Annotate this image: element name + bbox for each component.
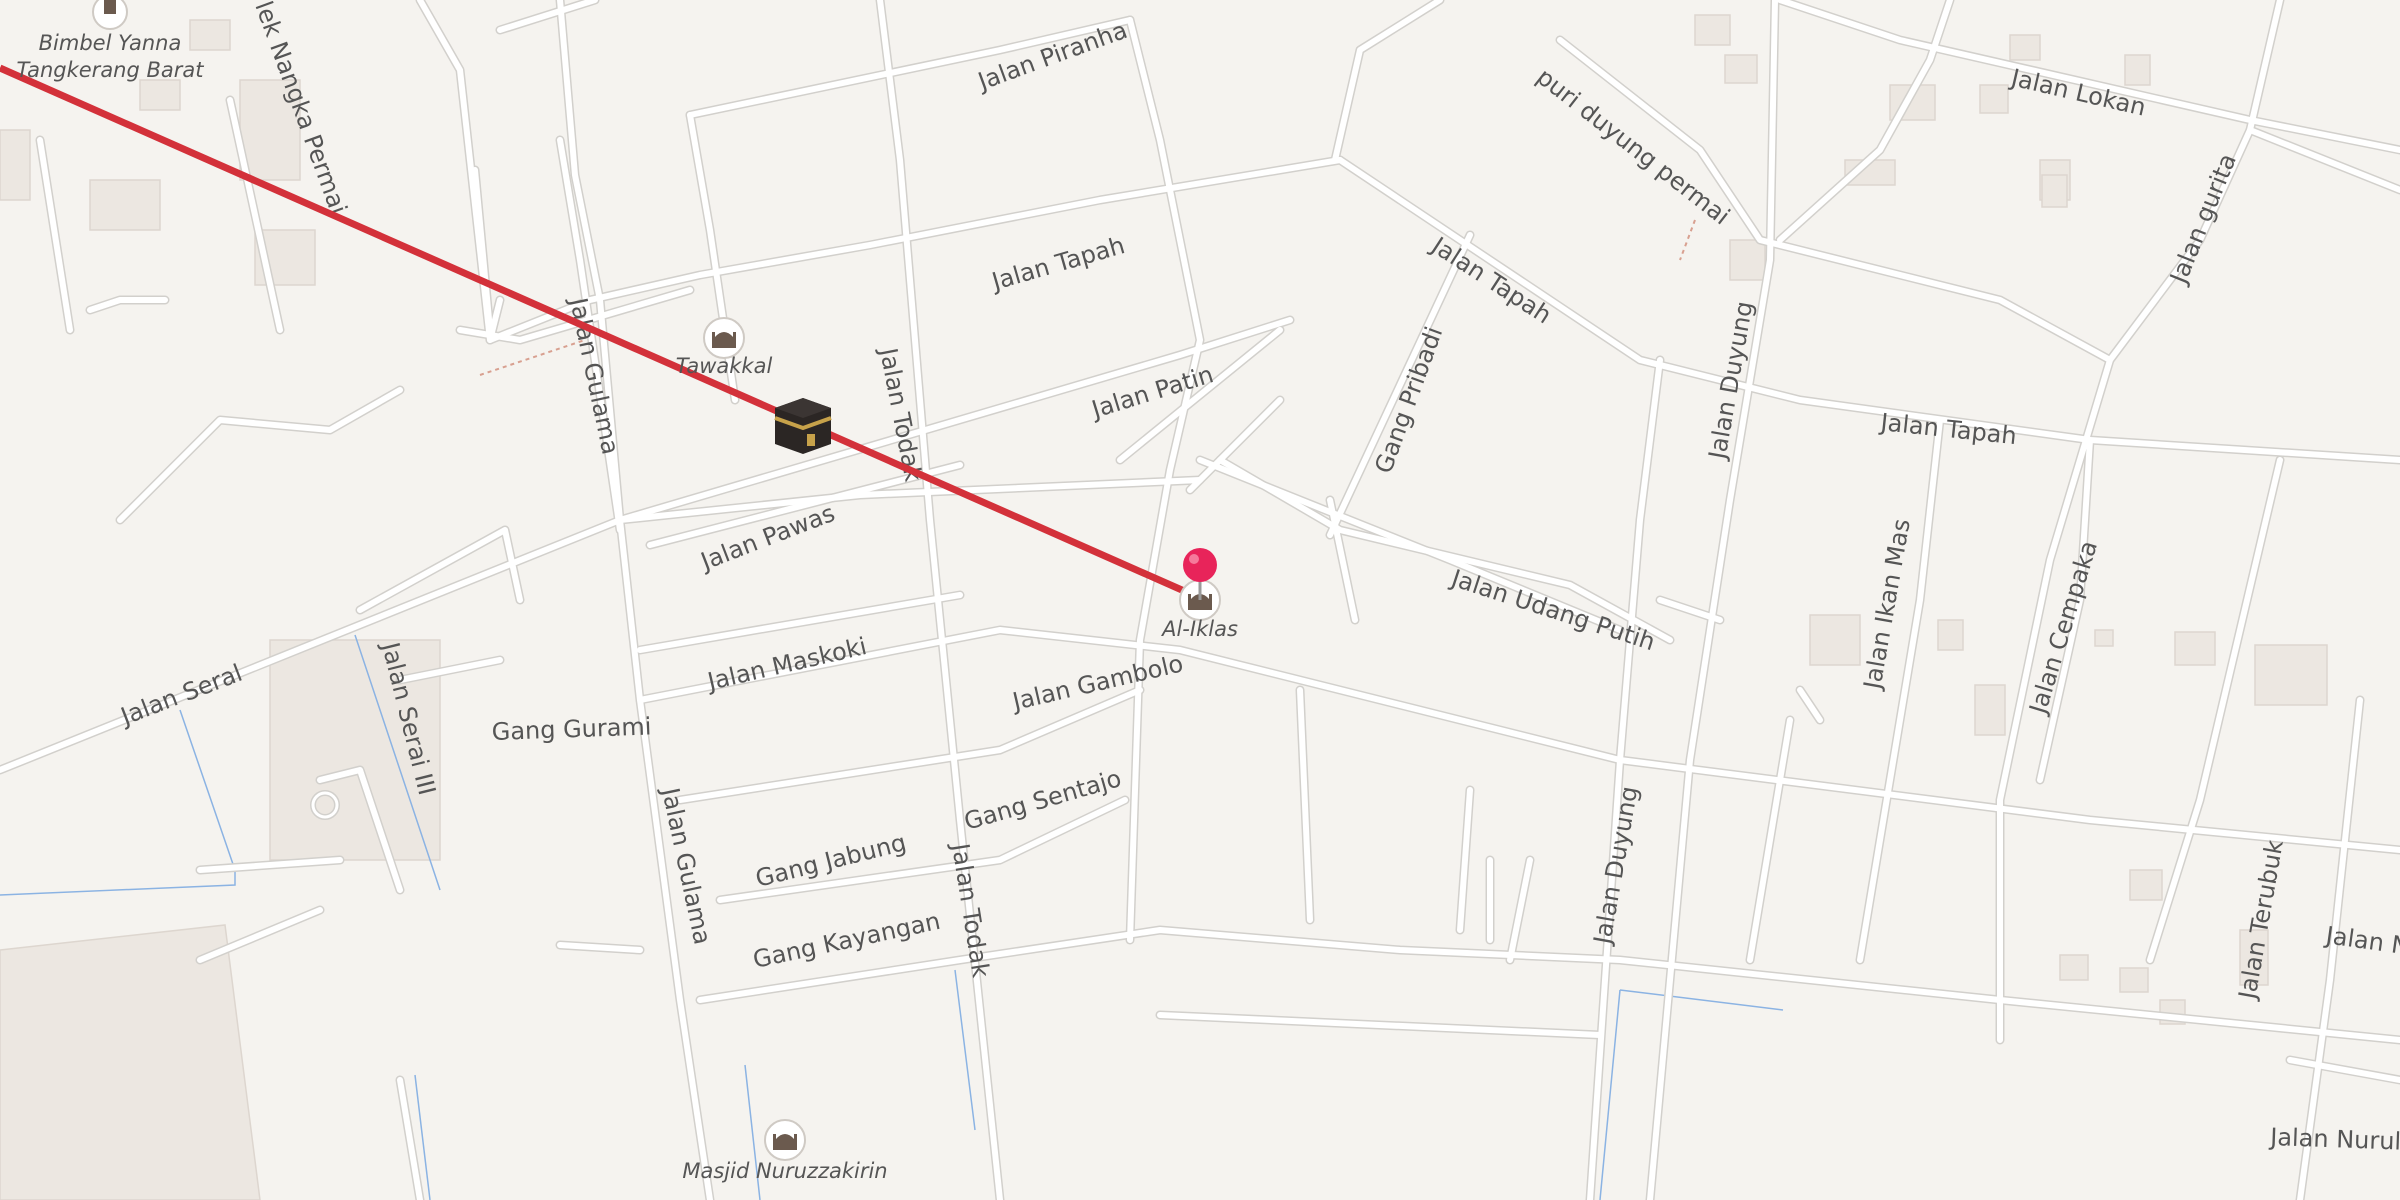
kaaba-icon[interactable]	[774, 398, 832, 454]
mosque-icon	[703, 317, 745, 359]
street-label: Jalan Nurul	[2268, 1123, 2400, 1156]
poi-label-line: Bimbel Yanna	[39, 31, 182, 55]
map-canvas[interactable]: Jalan Piranha Jalan Tapah Jalan Tapah Ja…	[0, 0, 2400, 1200]
school-icon	[92, 0, 128, 30]
poi-label: Tawakkal	[676, 354, 773, 378]
poi-label-line: Tangkerang Barat	[16, 58, 204, 82]
street-label: Gang Gurami	[491, 712, 652, 746]
poi-label: Masjid Nuruzzakirin	[682, 1159, 887, 1183]
mosque-icon	[764, 1119, 806, 1161]
poi-label: Al-Iklas	[1160, 617, 1238, 641]
